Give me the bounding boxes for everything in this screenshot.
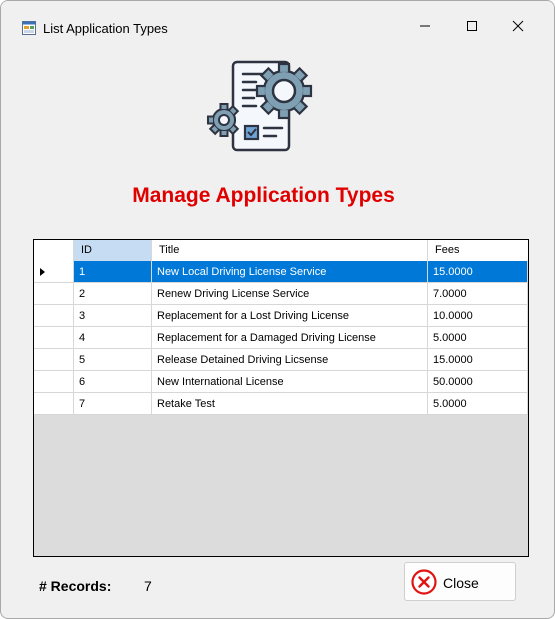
cell-id[interactable]: 1 [74, 261, 152, 283]
cell-title[interactable]: Replacement for a Lost Driving License [152, 305, 428, 327]
document-gears-icon [207, 60, 313, 152]
table-row[interactable]: 5 Release Detained Driving Licsense 15.0… [34, 349, 528, 371]
cell-title[interactable]: New Local Driving License Service [152, 261, 428, 283]
application-types-grid[interactable]: ID Title Fees 1 New Local Driving Licens… [33, 239, 529, 557]
row-header[interactable] [34, 305, 74, 327]
cell-title[interactable]: Replacement for a Damaged Driving Licens… [152, 327, 428, 349]
cell-id[interactable]: 4 [74, 327, 152, 349]
window-close-button[interactable] [496, 11, 540, 41]
form-icon [22, 21, 36, 35]
cell-id[interactable]: 3 [74, 305, 152, 327]
row-header[interactable] [34, 261, 74, 283]
grid-header: ID Title Fees [34, 240, 528, 262]
cell-fees[interactable]: 15.0000 [428, 261, 528, 283]
cell-id[interactable]: 5 [74, 349, 152, 371]
application-window: List Application Types Manage Applicatio… [0, 0, 555, 619]
cell-title[interactable]: Retake Test [152, 393, 428, 415]
close-button-label: Close [443, 575, 479, 591]
table-row[interactable]: 2 Renew Driving License Service 7.0000 [34, 283, 528, 305]
row-header[interactable] [34, 393, 74, 415]
table-row[interactable]: 7 Retake Test 5.0000 [34, 393, 528, 415]
cell-fees[interactable]: 10.0000 [428, 305, 528, 327]
cell-fees[interactable]: 5.0000 [428, 393, 528, 415]
minimize-button[interactable] [403, 11, 447, 41]
cell-title[interactable]: New International License [152, 371, 428, 393]
close-circle-icon [411, 569, 437, 595]
cell-fees[interactable]: 7.0000 [428, 283, 528, 305]
column-header-id[interactable]: ID [74, 240, 152, 261]
records-label: # Records: [39, 578, 112, 594]
row-header[interactable] [34, 283, 74, 305]
current-row-arrow-icon [40, 268, 45, 276]
row-header[interactable] [34, 371, 74, 393]
cell-fees[interactable]: 50.0000 [428, 371, 528, 393]
close-button[interactable]: Close [404, 562, 516, 601]
cell-id[interactable]: 6 [74, 371, 152, 393]
minimize-icon [420, 25, 430, 27]
records-count: 7 [144, 578, 152, 594]
cell-id[interactable]: 7 [74, 393, 152, 415]
cell-id[interactable]: 2 [74, 283, 152, 305]
column-header-title[interactable]: Title [152, 240, 428, 261]
row-header[interactable] [34, 327, 74, 349]
row-header-corner [34, 240, 74, 261]
table-row[interactable]: 1 New Local Driving License Service 15.0… [34, 261, 528, 283]
maximize-button[interactable] [450, 11, 494, 41]
table-row[interactable]: 3 Replacement for a Lost Driving License… [34, 305, 528, 327]
title-bar[interactable]: List Application Types [1, 1, 554, 41]
page-title: Manage Application Types [132, 184, 395, 207]
cell-fees[interactable]: 15.0000 [428, 349, 528, 371]
cell-fees[interactable]: 5.0000 [428, 327, 528, 349]
column-header-fees[interactable]: Fees [428, 240, 528, 261]
window-title: List Application Types [43, 21, 168, 36]
maximize-icon [467, 21, 477, 31]
table-row[interactable]: 6 New International License 50.0000 [34, 371, 528, 393]
cell-title[interactable]: Release Detained Driving Licsense [152, 349, 428, 371]
row-header[interactable] [34, 349, 74, 371]
close-icon [512, 20, 524, 32]
table-row[interactable]: 4 Replacement for a Damaged Driving Lice… [34, 327, 528, 349]
cell-title[interactable]: Renew Driving License Service [152, 283, 428, 305]
